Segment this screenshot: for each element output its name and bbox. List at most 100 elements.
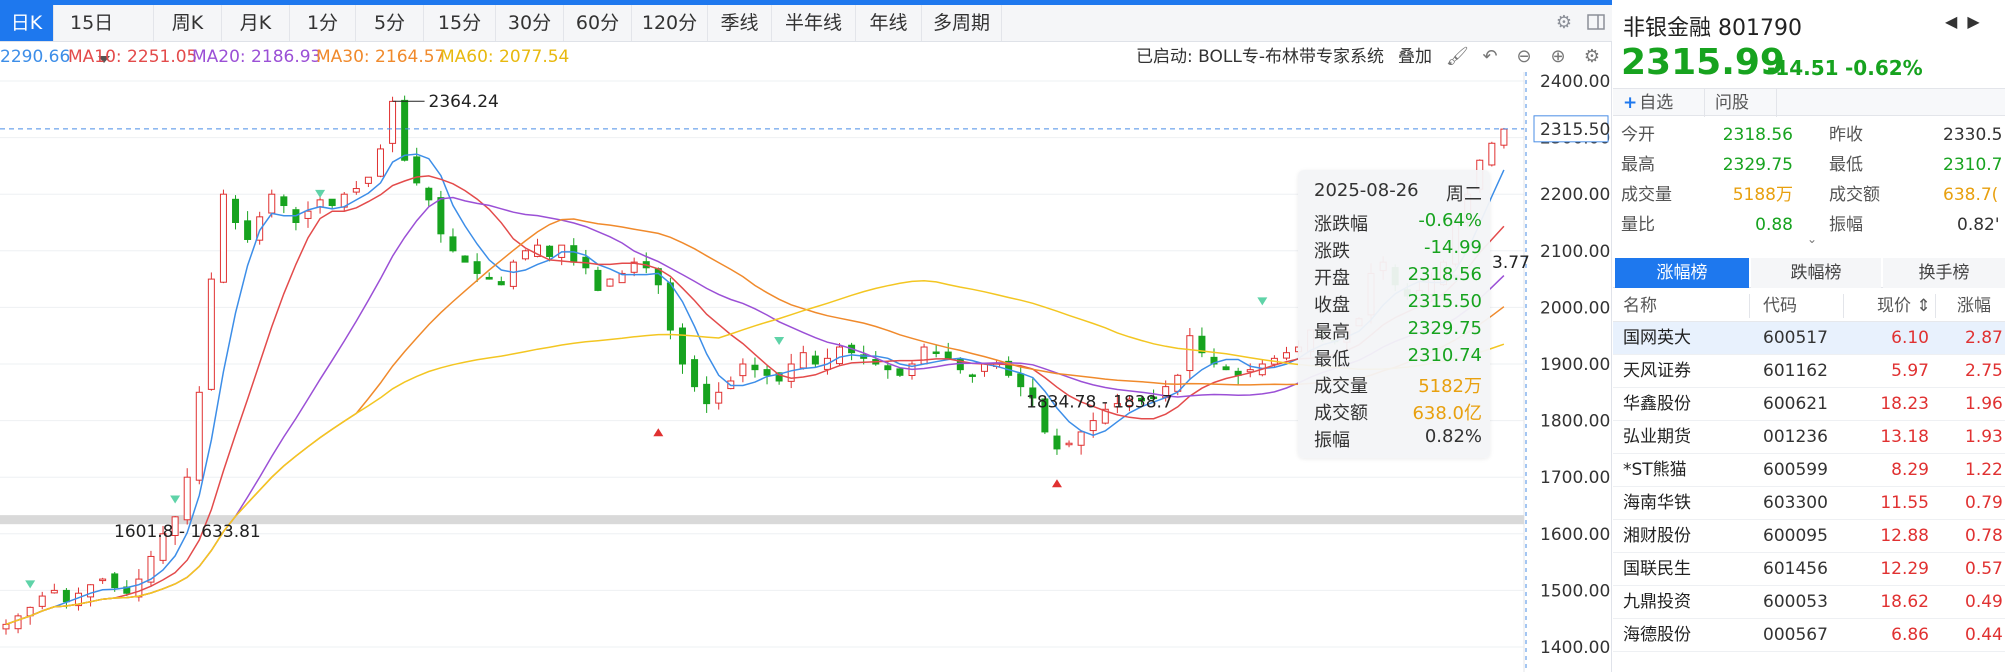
crosshair-tooltip: 2025-08-26 周二 涨跌幅 -0.64% 涨跌 -14.99 开盘 2318.… bbox=[1298, 170, 1490, 458]
tooltip-row-change-pct: 涨跌幅 -0.64% bbox=[1314, 210, 1482, 236]
tab-turnover[interactable]: 换手榜 bbox=[1883, 258, 2005, 288]
tab-monthly-k[interactable]: 月K bbox=[222, 5, 290, 41]
tab-15-day[interactable]: 15日 bbox=[54, 5, 154, 63]
current-price-label: 2315.50 bbox=[1540, 120, 1610, 140]
table-row[interactable]: 海南华铁 603300 11.55 0.79 bbox=[1613, 487, 2005, 520]
app-root: 日K 15日 周K 月K 1分 5分 15分 30分 60分 120分 季线 半… bbox=[0, 0, 2005, 672]
row-name: 天风证券 bbox=[1623, 361, 1691, 381]
candle-body bbox=[703, 383, 711, 405]
tab-120-min[interactable]: 120分 bbox=[632, 5, 708, 41]
col-divider bbox=[1843, 294, 1844, 318]
table-row[interactable]: 国网英大 600517 6.10 2.87 bbox=[1613, 322, 2005, 355]
candle-body bbox=[1065, 442, 1073, 446]
row-code: 600621 bbox=[1763, 394, 1828, 414]
quote-label-volume-ratio: 量比 bbox=[1621, 215, 1655, 235]
tooltip-row-high: 最高 2329.75 bbox=[1314, 318, 1482, 344]
table-row[interactable]: *ST熊猫 600599 8.29 1.22 bbox=[1613, 454, 2005, 487]
zoom-in-icon[interactable]: ⊕ bbox=[1548, 47, 1568, 67]
table-row[interactable]: 弘业期货 001236 13.18 1.93 bbox=[1613, 421, 2005, 454]
undo-icon[interactable]: ↶ bbox=[1480, 47, 1500, 67]
tooltip-row-open: 开盘 2318.56 bbox=[1314, 264, 1482, 290]
table-row[interactable]: 天风证券 601162 5.97 2.75 bbox=[1613, 355, 2005, 388]
candle-body bbox=[449, 236, 457, 252]
quote-side-panel: 非银金融 801790 ◀▶ 2315.99 -14.51 -0.62% + 自选… bbox=[1613, 0, 2005, 672]
arrow-down-icon bbox=[170, 495, 181, 504]
brush-icon[interactable]: 🖌 bbox=[1446, 47, 1469, 67]
candle-body bbox=[678, 327, 686, 365]
candle-body bbox=[38, 595, 46, 607]
row-code: 603300 bbox=[1763, 493, 1828, 513]
candle-body bbox=[389, 100, 397, 144]
tooltip-label: 涨跌幅 bbox=[1314, 214, 1368, 235]
ask-stock-button[interactable]: 问股 bbox=[1705, 89, 1777, 117]
candle-body bbox=[739, 363, 747, 377]
table-row[interactable]: 湘财股份 600095 12.88 0.78 bbox=[1613, 520, 2005, 553]
tab-1-min[interactable]: 1分 bbox=[290, 5, 356, 41]
arrow-down-icon bbox=[774, 337, 785, 346]
candle-body bbox=[1053, 435, 1061, 450]
tooltip-row-close: 收盘 2315.50 bbox=[1314, 291, 1482, 317]
candle-body bbox=[401, 99, 409, 161]
tab-gainers[interactable]: 涨幅榜 bbox=[1615, 258, 1749, 288]
ma20-line bbox=[5, 196, 1505, 626]
table-row[interactable]: 海德股份 000567 6.86 0.44 bbox=[1613, 619, 2005, 652]
table-row[interactable]: 国联民生 601456 12.29 0.57 bbox=[1613, 553, 2005, 586]
row-price: 18.62 bbox=[1880, 592, 1929, 612]
candle-body bbox=[280, 196, 288, 207]
tooltip-row-turnover: 成交额 638.0亿 bbox=[1314, 399, 1482, 425]
col-price[interactable]: 现价 ⇕ bbox=[1877, 290, 1931, 322]
prev-next-arrows[interactable]: ◀▶ bbox=[1945, 12, 1990, 31]
sidebar-toggle-icon[interactable] bbox=[1586, 13, 1606, 33]
tooltip-label: 成交额 bbox=[1314, 403, 1368, 424]
tab-15-min[interactable]: 15分 bbox=[424, 5, 496, 41]
table-row[interactable]: 九鼎投资 600053 18.62 0.49 bbox=[1613, 586, 2005, 619]
row-code: 601162 bbox=[1763, 361, 1828, 381]
tab-yearly[interactable]: 年线 bbox=[856, 5, 922, 41]
row-code: 000567 bbox=[1763, 625, 1828, 645]
quote-label-low: 最低 bbox=[1829, 155, 1863, 175]
row-change-pct: 1.96 bbox=[1965, 394, 2003, 414]
add-watchlist-button[interactable]: + 自选 bbox=[1613, 89, 1705, 117]
tab-5-min[interactable]: 5分 bbox=[356, 5, 424, 41]
col-name[interactable]: 名称 bbox=[1623, 290, 1657, 322]
tooltip-label: 振幅 bbox=[1314, 430, 1350, 451]
y-tick-label: 2400.00 bbox=[1540, 72, 1610, 92]
settings-icon[interactable]: ⚙ bbox=[1582, 47, 1602, 67]
row-price: 8.29 bbox=[1891, 460, 1929, 480]
zoom-out-icon[interactable]: ⊖ bbox=[1514, 47, 1534, 67]
table-row[interactable]: 华鑫股份 600621 18.23 1.96 bbox=[1613, 388, 2005, 421]
chevron-down-icon[interactable]: ⌄ bbox=[1807, 232, 1817, 246]
candle-body bbox=[799, 352, 807, 369]
candle-body bbox=[111, 573, 119, 589]
add-watchlist-label: 自选 bbox=[1639, 93, 1674, 113]
candle-body bbox=[1077, 431, 1085, 446]
tab-multi-period[interactable]: 多周期 bbox=[922, 5, 1002, 41]
y-tick-label: 2100.00 bbox=[1540, 242, 1610, 262]
row-name: 海德股份 bbox=[1623, 625, 1691, 645]
candle-body bbox=[352, 188, 360, 193]
tab-30-min[interactable]: 30分 bbox=[496, 5, 564, 41]
tab-half-year[interactable]: 半年线 bbox=[772, 5, 856, 41]
y-tick-label: 1700.00 bbox=[1540, 468, 1610, 488]
tab-daily-k[interactable]: 日K bbox=[0, 5, 54, 41]
tooltip-value: -14.99 bbox=[1423, 237, 1482, 258]
tab-losers[interactable]: 跌幅榜 bbox=[1751, 258, 1881, 288]
tab-quarterly[interactable]: 季线 bbox=[708, 5, 772, 41]
y-tick-label: 1800.00 bbox=[1540, 412, 1610, 432]
candle-body bbox=[244, 220, 252, 240]
tab-weekly-k[interactable]: 周K bbox=[154, 5, 222, 41]
plus-icon: + bbox=[1623, 93, 1638, 113]
row-price: 6.86 bbox=[1891, 625, 1929, 645]
triangle-left-icon[interactable]: ◀ bbox=[1945, 12, 1967, 31]
active-indicator-label[interactable]: 已启动: BOLL专-布林带专家系统 bbox=[1136, 42, 1384, 72]
overlay-button[interactable]: 叠加 bbox=[1398, 42, 1432, 72]
candle-body bbox=[183, 476, 191, 521]
quote-label-turnover: 成交额 bbox=[1829, 185, 1880, 205]
gear-icon[interactable]: ⚙ bbox=[1554, 13, 1574, 33]
tab-60-min[interactable]: 60分 bbox=[564, 5, 632, 41]
tooltip-date: 2025-08-26 bbox=[1314, 180, 1419, 201]
col-code[interactable]: 代码 bbox=[1763, 290, 1797, 322]
row-change-pct: 1.22 bbox=[1965, 460, 2003, 480]
col-change-pct[interactable]: 涨幅 bbox=[1957, 290, 1991, 322]
triangle-right-icon[interactable]: ▶ bbox=[1967, 12, 1989, 31]
